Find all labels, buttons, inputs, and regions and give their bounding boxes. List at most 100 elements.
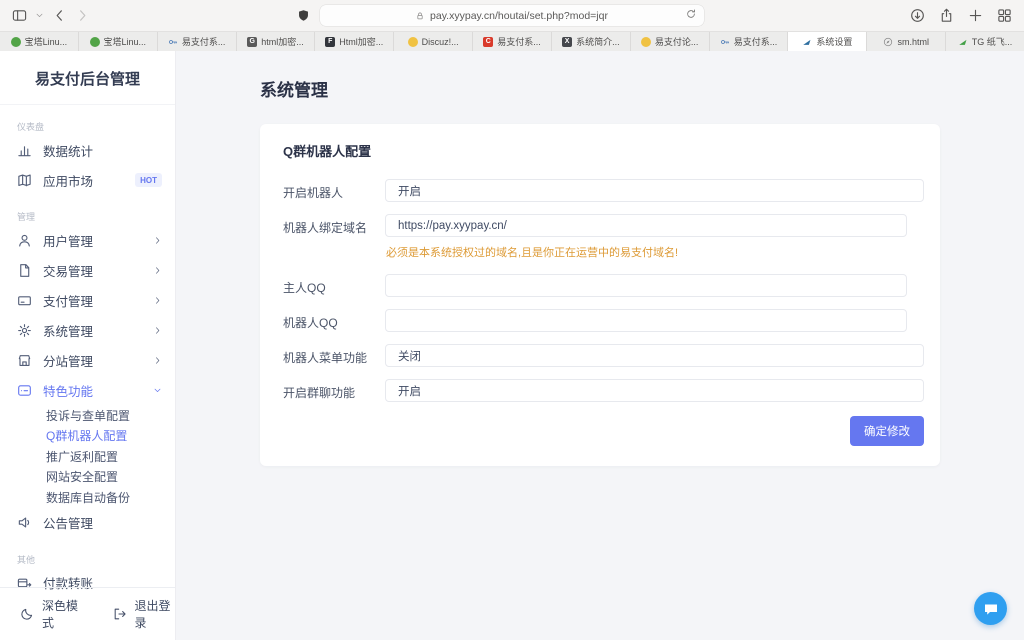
tab-label: TG 纸飞... bbox=[972, 35, 1013, 48]
plus-button[interactable] bbox=[968, 8, 983, 23]
enable-robot-select[interactable] bbox=[385, 179, 924, 202]
forward-button[interactable] bbox=[75, 8, 90, 23]
chevron-right-icon bbox=[153, 296, 162, 305]
browser-tab[interactable]: X系统简介... bbox=[552, 32, 631, 51]
browser-tab[interactable]: FHtml加密... bbox=[315, 32, 394, 51]
tab-label: 系统设置 bbox=[816, 35, 852, 48]
tab-favicon-x-dark: X bbox=[562, 37, 572, 47]
sidebar-item-system-mgmt[interactable]: 系统管理 bbox=[0, 315, 175, 345]
sidebar-item-label: 分站管理 bbox=[43, 351, 93, 370]
map-book-icon bbox=[17, 173, 32, 188]
widget-icon bbox=[17, 383, 32, 398]
logout-label: 退出登录 bbox=[135, 597, 176, 631]
sidebar-item-payment-mgmt[interactable]: 支付管理 bbox=[0, 285, 175, 315]
bind-domain-input[interactable] bbox=[385, 214, 907, 237]
chevron-down-icon bbox=[153, 386, 162, 395]
browser-tab[interactable]: 系统设置 bbox=[788, 32, 867, 51]
browser-tab[interactable]: 宝塔Linu... bbox=[0, 32, 79, 51]
key-icon bbox=[720, 37, 730, 47]
tab-favicon-compass bbox=[883, 37, 893, 47]
owner-qq-label: 主人QQ bbox=[283, 274, 385, 296]
browser-tab[interactable]: 易支付论... bbox=[631, 32, 710, 51]
tab-favicon-baota bbox=[90, 37, 100, 47]
tab-label: html加密... bbox=[261, 35, 304, 48]
robot-config-card: Q群机器人配置 开启机器人机器人绑定域名必须是本系统授权过的域名,且是你正在运营… bbox=[260, 124, 940, 466]
owner-qq-input[interactable] bbox=[385, 274, 907, 297]
refresh-icon[interactable] bbox=[685, 8, 697, 20]
sidebar-item-user-mgmt[interactable]: 用户管理 bbox=[0, 225, 175, 255]
sidebar-item-app-market[interactable]: 应用市场HOT bbox=[0, 165, 175, 195]
sidebar-subitem-qq-robot-config[interactable]: Q群机器人配置 bbox=[0, 426, 175, 447]
browser-tab[interactable]: C易支付系... bbox=[473, 32, 552, 51]
tab-label: Discuz!... bbox=[422, 37, 459, 47]
sidebar-section-label: 管理 bbox=[17, 210, 175, 223]
form-row-group-chat-feature: 开启群聊功能 bbox=[283, 379, 924, 402]
browser-tab[interactable]: 宝塔Linu... bbox=[79, 32, 158, 51]
chevron-left-icon bbox=[52, 8, 67, 23]
sidebar-subitem-site-security-config[interactable]: 网站安全配置 bbox=[0, 467, 175, 488]
tab-favicon-f-dark: F bbox=[325, 37, 335, 47]
tab-label: 宝塔Linu... bbox=[25, 35, 68, 48]
download-circle-button[interactable] bbox=[910, 8, 925, 23]
tab-label: 易支付论... bbox=[655, 35, 699, 48]
share-button[interactable] bbox=[939, 8, 954, 23]
form-row-owner-qq: 主人QQ bbox=[283, 274, 924, 297]
sidebar-item-label: 特色功能 bbox=[43, 381, 93, 400]
bind-domain-helper-text: 必须是本系统授权过的域名,且是你正在运营中的易支付域名! bbox=[386, 244, 924, 260]
lock-icon bbox=[415, 11, 425, 21]
sidebar-item-label: 数据统计 bbox=[43, 141, 93, 160]
privacy-shield-icon[interactable] bbox=[297, 9, 310, 22]
sidebar-subitem-rebate-config[interactable]: 推广返利配置 bbox=[0, 446, 175, 467]
sidebar-subitem-complaint-config[interactable]: 投诉与查单配置 bbox=[0, 405, 175, 426]
download-circle-icon bbox=[910, 8, 925, 23]
dark-mode-toggle[interactable]: 深色模式 bbox=[20, 597, 83, 631]
sidebar-footer: 深色模式 退出登录 bbox=[0, 587, 175, 640]
browser-window: pay.xyypay.cn/houtai/set.php?mod=jqr 宝塔L… bbox=[0, 0, 1024, 640]
group-chat-feature-select[interactable] bbox=[385, 379, 924, 402]
storefront-icon bbox=[17, 353, 32, 368]
sidebar-toggle-button[interactable] bbox=[12, 8, 27, 23]
tab-label: 易支付系... bbox=[734, 35, 778, 48]
browser-tab[interactable]: Ghtml加密... bbox=[237, 32, 316, 51]
robot-qq-input[interactable] bbox=[385, 309, 907, 332]
chevron-right-icon bbox=[153, 236, 162, 245]
hot-badge: HOT bbox=[135, 173, 162, 187]
chevron-right-icon bbox=[153, 326, 162, 335]
chevron-right-icon bbox=[153, 356, 162, 365]
sidebar-item-trade-mgmt[interactable]: 交易管理 bbox=[0, 255, 175, 285]
submit-button[interactable]: 确定修改 bbox=[850, 416, 924, 446]
sidebar-item-announcement-mgmt[interactable]: 公告管理 bbox=[0, 508, 175, 538]
browser-tab[interactable]: 易支付系... bbox=[710, 32, 789, 51]
form-row-bind-domain: 机器人绑定域名必须是本系统授权过的域名,且是你正在运营中的易支付域名! bbox=[283, 214, 924, 262]
tab-favicon-wedge bbox=[802, 37, 812, 47]
bind-domain-label: 机器人绑定域名 bbox=[283, 214, 385, 236]
tab-label: 易支付系... bbox=[497, 35, 541, 48]
browser-tab[interactable]: sm.html bbox=[867, 32, 946, 51]
key-icon bbox=[168, 37, 178, 47]
browser-tab[interactable]: 易支付系... bbox=[158, 32, 237, 51]
chevron-right-icon bbox=[153, 356, 162, 365]
chevron-down-icon bbox=[35, 11, 44, 20]
enable-robot-label: 开启机器人 bbox=[283, 179, 385, 201]
chat-icon bbox=[983, 601, 999, 617]
logout-button[interactable]: 退出登录 bbox=[113, 597, 176, 631]
sidebar-item-data-stats[interactable]: 数据统计 bbox=[0, 135, 175, 165]
tab-grid-button[interactable] bbox=[997, 8, 1012, 23]
sidebar-item-label: 公告管理 bbox=[43, 513, 93, 532]
sidebar-item-feature-functions[interactable]: 特色功能 bbox=[0, 375, 175, 405]
back-button[interactable] bbox=[52, 8, 67, 23]
toolbar-chevron-down[interactable] bbox=[35, 11, 44, 20]
chat-fab-button[interactable] bbox=[974, 592, 1007, 625]
gear-icon bbox=[17, 323, 32, 338]
url-bar[interactable]: pay.xyypay.cn/houtai/set.php?mod=jqr bbox=[320, 5, 704, 26]
browser-tab[interactable]: TG 纸飞... bbox=[946, 32, 1024, 51]
robot-menu-feature-select[interactable] bbox=[385, 344, 924, 367]
browser-tab[interactable]: Discuz!... bbox=[394, 32, 473, 51]
sidebar-item-label: 用户管理 bbox=[43, 231, 93, 250]
sidebar-subitem-db-auto-backup[interactable]: 数据库自动备份 bbox=[0, 487, 175, 508]
sidebar-section-label: 仪表盘 bbox=[17, 120, 175, 133]
chevron-right-icon bbox=[153, 266, 162, 275]
compass-icon bbox=[883, 37, 893, 47]
sidebar-item-substation-mgmt[interactable]: 分站管理 bbox=[0, 345, 175, 375]
tab-favicon-baota bbox=[11, 37, 21, 47]
